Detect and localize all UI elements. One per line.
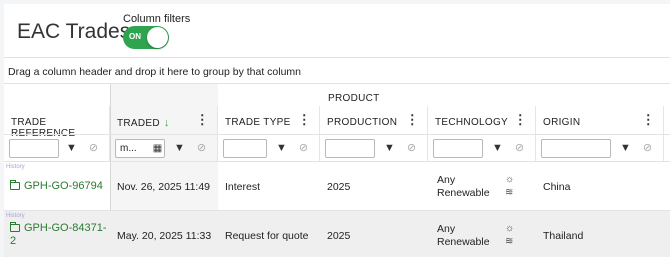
- group-by-hint: Drag a column header and drop it here to…: [8, 66, 302, 78]
- trade-reference-link[interactable]: GPH-GO-96794: [10, 180, 103, 193]
- filter-row: ▼ ⊘ m... ▦ ▼ ⊘ ▼ ⊘ ▼ ⊘ ▼ ⊘ ▼ ⊘: [4, 134, 670, 162]
- filter-cell-trade-reference: ▼ ⊘: [4, 134, 110, 162]
- clear-filter-icon[interactable]: ⊘: [510, 139, 529, 158]
- technology-cell: Any Renewable ☼ ≋: [437, 223, 515, 248]
- filter-cell-trade-type: ▼ ⊘: [218, 134, 320, 162]
- column-header-trade-type[interactable]: TRADE TYPE ⋮: [218, 106, 320, 134]
- clear-filter-icon[interactable]: ⊘: [294, 139, 313, 158]
- filter-input[interactable]: [223, 139, 267, 158]
- filter-funnel-icon[interactable]: ▼: [272, 139, 291, 158]
- calendar-icon[interactable]: ▦: [148, 139, 167, 158]
- filter-cell-traded: m... ▦ ▼ ⊘: [110, 134, 218, 162]
- column-header-trade-reference[interactable]: TRADE REFERENCE: [4, 106, 110, 139]
- column-label: TRADE TYPE: [225, 117, 291, 128]
- table-row[interactable]: History GPH-GO-84371- 2 May. 20, 2025 11:…: [4, 211, 670, 257]
- column-filters-toggle[interactable]: ON: [123, 26, 169, 49]
- filter-cell-origin: ▼ ⊘: [536, 134, 664, 162]
- production-cell: 2025: [327, 181, 351, 193]
- column-header-traded[interactable]: TRADED ↓ ⋮: [110, 106, 218, 134]
- production-cell: 2025: [327, 230, 351, 242]
- filter-funnel-icon[interactable]: ▼: [380, 139, 399, 158]
- table-row[interactable]: History GPH-GO-96794 Nov. 26, 2025 11:49…: [4, 162, 670, 211]
- trade-reference-cell: History GPH-GO-96794: [4, 162, 110, 211]
- filter-input[interactable]: [433, 139, 483, 158]
- folder-icon: [10, 180, 20, 190]
- column-filters-label: Column filters: [123, 13, 191, 25]
- column-menu-icon[interactable]: ⋮: [196, 113, 209, 126]
- origin-cell: Thailand: [543, 230, 584, 242]
- sun-icon: ☼: [505, 223, 515, 234]
- filter-input[interactable]: [325, 139, 375, 158]
- page-header: EAC Trades Column filters ON: [4, 4, 670, 58]
- column-menu-icon[interactable]: ⋮: [298, 113, 311, 126]
- clear-filter-icon[interactable]: ⊘: [192, 139, 211, 158]
- column-label: ORIGIN: [543, 117, 581, 128]
- filter-funnel-icon[interactable]: ▼: [616, 139, 635, 158]
- filter-funnel-icon[interactable]: ▼: [488, 139, 507, 158]
- filter-input[interactable]: [9, 139, 59, 158]
- column-label: TRADED ↓: [117, 117, 170, 129]
- column-label: TECHNOLOGY: [435, 117, 509, 128]
- group-by-drop-zone[interactable]: Drag a column header and drop it here to…: [4, 58, 670, 84]
- filter-funnel-icon[interactable]: ▼: [62, 139, 81, 158]
- sort-descending-icon[interactable]: ↓: [164, 117, 170, 129]
- filter-funnel-icon[interactable]: ▼: [170, 139, 189, 158]
- trades-grid: PRODUCT TRADE REFERENCE TRADED ↓ ⋮ TRADE …: [4, 84, 670, 257]
- column-menu-icon[interactable]: ⋮: [642, 113, 655, 126]
- trade-reference-link[interactable]: GPH-GO-84371- 2: [10, 222, 107, 248]
- clear-filter-icon[interactable]: ⊘: [84, 139, 103, 158]
- history-link[interactable]: History: [6, 164, 25, 170]
- filter-input[interactable]: [541, 139, 611, 158]
- trade-type-cell: Interest: [225, 181, 261, 193]
- trade-reference-cell: History GPH-GO-84371- 2: [4, 211, 110, 257]
- page-title: EAC Trades: [17, 20, 131, 43]
- wind-icon: ≋: [505, 187, 514, 198]
- folder-icon: [10, 222, 20, 232]
- sun-icon: ☼: [505, 174, 515, 185]
- traded-cell: Nov. 26, 2025 11:49: [117, 181, 211, 193]
- toggle-knob[interactable]: [147, 27, 168, 48]
- column-menu-icon[interactable]: ⋮: [406, 113, 419, 126]
- filter-cell-technology: ▼ ⊘: [428, 134, 536, 162]
- clear-filter-icon[interactable]: ⊘: [638, 139, 657, 158]
- technology-cell: Any Renewable ☼ ≋: [437, 174, 515, 199]
- column-menu-icon[interactable]: ⋮: [514, 113, 527, 126]
- trade-type-cell: Request for quote: [225, 230, 309, 242]
- origin-cell: China: [543, 181, 571, 193]
- wind-icon: ≋: [505, 236, 514, 247]
- clear-filter-icon[interactable]: ⊘: [402, 139, 421, 158]
- traded-cell: May. 20, 2025 11:33: [117, 230, 212, 242]
- history-link[interactable]: History: [6, 213, 25, 219]
- column-header-production[interactable]: PRODUCTION ⋮: [320, 106, 428, 134]
- filter-cell-production: ▼ ⊘: [320, 134, 428, 162]
- column-label: PRODUCTION: [327, 117, 398, 128]
- column-header-origin[interactable]: ORIGIN ⋮: [536, 106, 664, 134]
- toggle-state-label: ON: [129, 32, 141, 41]
- column-header-technology[interactable]: TECHNOLOGY ⋮: [428, 106, 536, 134]
